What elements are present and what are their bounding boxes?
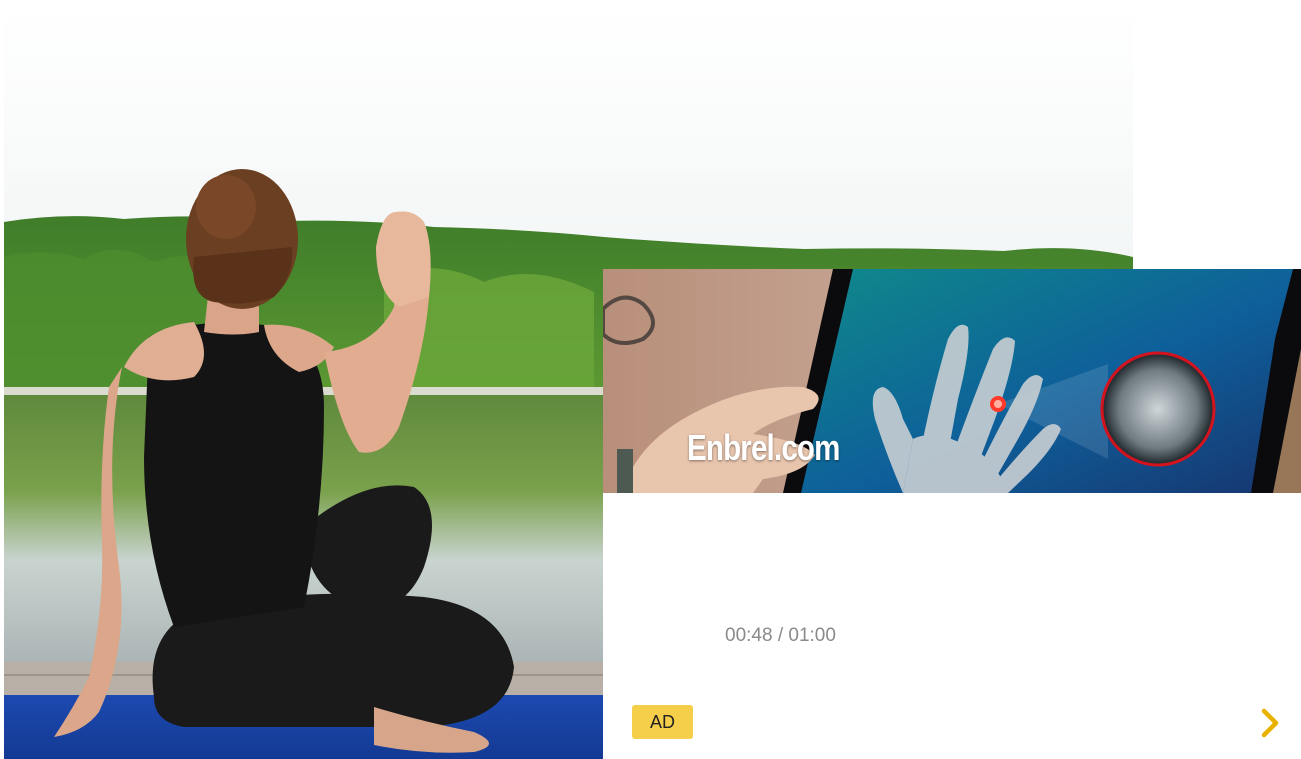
ad-time-total: 01:00 [788,625,836,646]
video-ad-panel: Enbrel.com 00:48 / 01:00 AD [603,269,1301,759]
ad-badge: AD [632,705,693,739]
ad-time-current: 00:48 [725,625,773,646]
page-stage: Enbrel.com 00:48 / 01:00 AD [0,0,1301,759]
chevron-right-icon [1261,708,1279,738]
ad-playback-timer: 00:48 / 01:00 [725,625,836,647]
ad-video-player[interactable]: Enbrel.com [603,269,1301,493]
ad-brand-text: Enbrel.com [687,427,840,468]
ad-next-button[interactable] [1255,705,1285,741]
ad-time-separator: / [772,625,789,646]
